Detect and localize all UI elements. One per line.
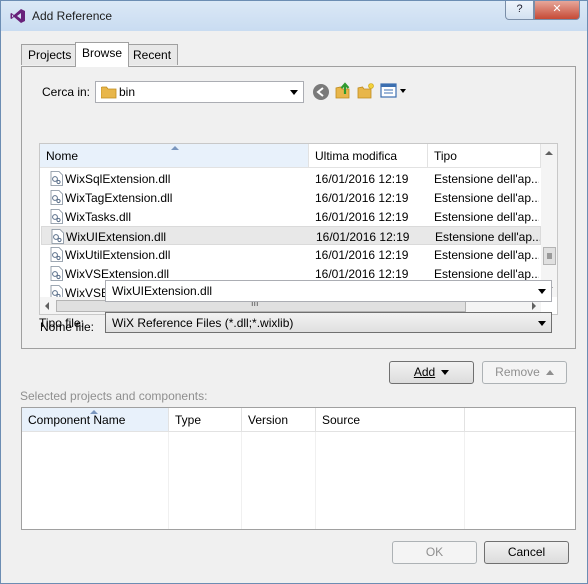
folder-icon	[101, 86, 117, 99]
browse-panel: Cerca in: bin Nome Ultima modifica Tipo …	[21, 66, 576, 349]
column-header-component-name[interactable]: Component Name	[22, 408, 169, 432]
file-row[interactable]: WixTasks.dll 16/01/2016 12:19 Estensione d…	[41, 207, 541, 226]
ok-button[interactable]: OK	[392, 541, 477, 564]
file-row[interactable]: WixUIExtension.dll 16/01/2016 12:19 Estens…	[41, 226, 541, 245]
file-name: WixTasks.dll	[65, 210, 132, 224]
file-name: WixUtilExtension.dll	[65, 248, 171, 262]
dll-file-icon	[50, 171, 63, 186]
column-header-source[interactable]: Source	[316, 408, 465, 432]
scroll-left-icon[interactable]	[45, 302, 49, 310]
filename-input[interactable]: WixUIExtension.dll	[105, 280, 552, 302]
filename-value: WixUIExtension.dll	[112, 284, 213, 298]
tab-recent[interactable]: Recent	[126, 44, 179, 65]
file-name: WixVSExtension.dll	[65, 267, 170, 281]
file-type: Estensione dell'ap...	[434, 191, 539, 205]
chevron-down-icon[interactable]	[538, 321, 546, 326]
file-row[interactable]: WixTagExtension.dll 16/01/2016 12:19 Esten…	[41, 188, 541, 207]
dll-file-icon	[50, 209, 63, 224]
column-header-name[interactable]: Nome	[40, 144, 309, 168]
window-title: Add Reference	[32, 9, 113, 23]
file-date: 16/01/2016 12:19	[315, 248, 409, 262]
file-date: 16/01/2016 12:19	[316, 230, 410, 244]
file-type: Estensione dell'ap...	[434, 267, 539, 281]
selected-components-label: Selected projects and components:	[20, 389, 208, 403]
vertical-scrollbar[interactable]	[541, 144, 557, 297]
visual-studio-icon	[10, 9, 25, 23]
title-bar[interactable]: Add Reference ? ✕	[1, 1, 587, 31]
sort-ascending-icon	[90, 410, 98, 414]
dll-file-icon	[51, 229, 64, 244]
file-type: Estensione dell'ap...	[434, 172, 539, 186]
tab-browse[interactable]: Browse	[75, 42, 130, 67]
file-date: 16/01/2016 12:19	[315, 267, 409, 281]
file-date: 16/01/2016 12:19	[315, 191, 409, 205]
column-header-type[interactable]: Tipo	[428, 144, 541, 168]
file-type: Estensione dell'ap...	[434, 210, 539, 224]
file-name: WixSqlExtension.dll	[65, 172, 171, 186]
help-button[interactable]: ?	[505, 1, 534, 20]
dialog-body: Projects Browse Recent Cerca in: bin Nom…	[9, 31, 579, 577]
new-folder-icon[interactable]	[357, 82, 375, 100]
column-header-modified[interactable]: Ultima modifica	[309, 144, 428, 168]
sort-ascending-icon	[171, 146, 179, 150]
up-folder-icon[interactable]	[334, 82, 352, 100]
selected-components-grid[interactable]: Component Name Type Version Source	[21, 407, 576, 530]
dropdown-arrow-icon	[545, 370, 554, 376]
column-header-version[interactable]: Version	[242, 408, 316, 432]
vertical-scroll-thumb[interactable]	[543, 247, 556, 265]
chevron-down-icon[interactable]	[290, 90, 298, 95]
dll-file-icon	[50, 190, 63, 205]
scroll-up-icon[interactable]	[545, 151, 553, 155]
lookin-label: Cerca in:	[42, 85, 91, 99]
file-row[interactable]: WixSqlExtension.dll 16/01/2016 12:19 Esten…	[41, 169, 541, 188]
filetype-value: WiX Reference Files (*.dll;*.wixlib)	[112, 316, 294, 330]
cancel-button[interactable]: Cancel	[484, 541, 569, 564]
view-menu-icon[interactable]	[380, 82, 410, 100]
add-reference-dialog: Add Reference ? ✕ Projects Browse Recent…	[0, 0, 588, 584]
column-header-type[interactable]: Type	[169, 408, 242, 432]
close-button[interactable]: ✕	[534, 1, 580, 20]
add-button[interactable]: Add	[389, 361, 474, 384]
file-type: Estensione dell'ap...	[434, 248, 539, 262]
chevron-down-icon[interactable]	[538, 289, 546, 294]
file-name: WixUIExtension.dll	[66, 230, 167, 244]
lookin-combo[interactable]: bin	[95, 81, 304, 103]
file-row[interactable]: WixUtilExtension.dll 16/01/2016 12:19 Este…	[41, 245, 541, 264]
file-date: 16/01/2016 12:19	[315, 172, 409, 186]
column-divider	[315, 432, 316, 529]
scroll-right-icon[interactable]	[532, 302, 536, 310]
file-date: 16/01/2016 12:19	[315, 210, 409, 224]
dropdown-arrow-icon	[441, 370, 450, 376]
column-divider	[241, 432, 242, 529]
dll-file-icon	[50, 266, 63, 281]
lookin-value: bin	[119, 85, 136, 99]
back-arrow-icon[interactable]	[312, 83, 330, 101]
column-header-filler	[465, 408, 575, 432]
filetype-select[interactable]: WiX Reference Files (*.dll;*.wixlib)	[105, 312, 552, 333]
file-type: Estensione dell'ap...	[435, 230, 540, 244]
grip-icon	[547, 253, 552, 259]
tab-projects[interactable]: Projects	[21, 44, 79, 65]
dll-file-icon	[50, 247, 63, 262]
filetype-label: Tipo file:	[39, 316, 84, 330]
column-divider	[464, 432, 465, 529]
column-divider	[168, 432, 169, 529]
file-name: WixTagExtension.dll	[65, 191, 173, 205]
remove-button[interactable]: Remove	[482, 361, 567, 384]
